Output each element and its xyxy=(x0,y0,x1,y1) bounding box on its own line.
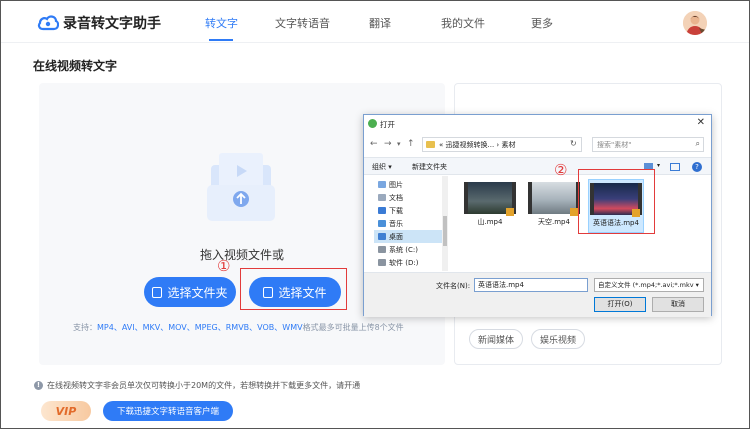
new-folder-button[interactable]: 新建文件夹 xyxy=(412,162,447,172)
support-formats: MP4、AVI、MKV、MOV、MPEG、RMVB、VOB、WMV xyxy=(97,323,303,332)
select-folder-button[interactable]: 选择文件夹 xyxy=(144,277,236,307)
open-file-dialog: 打开 ✕ ← → ▾ ↑ « 迅捷视频转换... › 素材 ↻ 搜索"素材" ⌕… xyxy=(363,114,712,317)
file-name-label: 山.mp4 xyxy=(477,218,503,226)
support-prefix: 支持： xyxy=(73,323,97,332)
dialog-titlebar: 打开 ✕ xyxy=(364,115,711,133)
search-placeholder: 搜索"素材" xyxy=(597,141,632,149)
tree-item-music[interactable]: 音乐 xyxy=(378,217,403,230)
page-title: 在线视频转文字 xyxy=(33,59,118,73)
help-icon[interactable]: ? xyxy=(692,162,702,172)
filename-label: 文件名(N): xyxy=(436,282,471,290)
cancel-button[interactable]: 取消 xyxy=(652,297,704,312)
file-name-label: 天空.mp4 xyxy=(538,218,570,226)
annotation-number-2: ② xyxy=(554,161,568,179)
view-options-chevron-icon[interactable]: ▾ xyxy=(657,162,660,169)
tree-item-drive-d[interactable]: 软件 (D:) xyxy=(378,256,418,269)
scrollbar-thumb[interactable] xyxy=(443,216,447,246)
file-thumbnail-mountain[interactable]: 山.mp4 xyxy=(462,182,518,232)
annotation-box-select-file xyxy=(240,268,347,310)
video-folder-illustration-icon xyxy=(207,153,275,221)
refresh-icon[interactable]: ↻ xyxy=(570,139,577,148)
video-thumbnail-icon xyxy=(528,182,580,216)
tree-item-drive-c[interactable]: 系统 (C:) xyxy=(378,243,418,256)
dialog-footer: 文件名(N): 英语语法.mp4 自定义文件 (*.mp4;*.avi;*.mk… xyxy=(364,272,711,317)
tree-item-documents[interactable]: 文档 xyxy=(378,191,403,204)
annotation-number-1: ① xyxy=(217,257,231,275)
app-window: 录音转文字助手 转文字 文字转语音 翻译 我的文件 更多 在线视频转文字 拖入视… xyxy=(0,0,750,429)
app-title: 录音转文字助手 xyxy=(63,16,161,32)
user-avatar[interactable] xyxy=(683,11,707,35)
preview-pane-icon[interactable] xyxy=(670,163,680,171)
forward-arrow-icon[interactable]: → xyxy=(384,139,392,149)
nav-tab-translate[interactable]: 翻译 xyxy=(369,15,391,31)
nav-tab-my-files[interactable]: 我的文件 xyxy=(441,15,485,31)
select-folder-label: 选择文件夹 xyxy=(167,285,228,300)
avatar-person-icon xyxy=(683,11,707,35)
active-tab-indicator xyxy=(209,39,233,41)
cloud-logo-icon xyxy=(37,15,59,31)
support-suffix: 格式最多可批量上传8个文件 xyxy=(302,323,404,332)
navigation-tree: 图片 文档 下载 音乐 桌面 系统 (C:) 软件 (D:) xyxy=(364,176,448,271)
video-thumbnail-icon xyxy=(464,182,516,216)
address-path: « 迅捷视频转换... › 素材 xyxy=(439,141,516,149)
open-button[interactable]: 打开(O) xyxy=(594,297,646,312)
search-icon: ⌕ xyxy=(695,139,700,148)
up-arrow-icon[interactable]: ↑ xyxy=(407,139,415,149)
search-input[interactable]: 搜索"素材" ⌕ xyxy=(592,137,704,152)
tree-item-desktop[interactable]: 桌面 xyxy=(374,230,444,243)
vip-button[interactable]: VIP xyxy=(41,401,91,421)
tree-scrollbar[interactable] xyxy=(442,176,448,271)
download-client-button[interactable]: 下载迅捷文字转语音客户端 xyxy=(103,401,233,421)
top-header: 录音转文字助手 转文字 文字转语音 翻译 我的文件 更多 xyxy=(1,1,749,43)
nav-tab-transcribe[interactable]: 转文字 xyxy=(205,15,238,31)
file-type-filter-select[interactable]: 自定义文件 (*.mp4;*.avi;*.mkv ▾ xyxy=(594,278,704,292)
annotation-box-selected-file xyxy=(578,169,655,234)
back-arrow-icon[interactable]: ← xyxy=(370,139,378,149)
tag-news-media[interactable]: 新闻媒体 xyxy=(469,329,523,349)
nav-tab-more[interactable]: 更多 xyxy=(531,15,553,31)
address-row: ← → ▾ ↑ « 迅捷视频转换... › 素材 ↻ 搜索"素材" ⌕ xyxy=(364,135,711,155)
tree-item-pictures[interactable]: 图片 xyxy=(378,178,403,191)
member-notice: 在线视频转文字非会员单次仅可转换小于20M的文件，若想转换并下载更多文件，请开通 xyxy=(47,381,361,390)
tree-item-downloads[interactable]: 下载 xyxy=(378,204,403,217)
dialog-app-icon xyxy=(368,119,377,128)
address-bar[interactable]: « 迅捷视频转换... › 素材 xyxy=(422,137,582,152)
dialog-toolbar: 组织 ▾ 新建文件夹 ▾ ? xyxy=(364,157,711,175)
folder-icon xyxy=(152,286,163,298)
close-icon[interactable]: ✕ xyxy=(697,117,705,128)
history-chevron-icon[interactable]: ▾ xyxy=(397,140,401,148)
nav-tab-text-to-speech[interactable]: 文字转语音 xyxy=(275,15,330,31)
dialog-title: 打开 xyxy=(380,120,395,129)
filename-input[interactable]: 英语语法.mp4 xyxy=(474,278,588,292)
tag-entertainment-video[interactable]: 娱乐视频 xyxy=(531,329,585,349)
organize-menu[interactable]: 组织 ▾ xyxy=(372,162,392,172)
folder-icon xyxy=(426,141,435,148)
file-thumbnail-sky[interactable]: 天空.mp4 xyxy=(526,182,582,232)
info-icon: ! xyxy=(34,381,43,390)
supported-formats-text: 支持：MP4、AVI、MKV、MOV、MPEG、RMVB、VOB、WMV格式最多… xyxy=(73,322,404,333)
